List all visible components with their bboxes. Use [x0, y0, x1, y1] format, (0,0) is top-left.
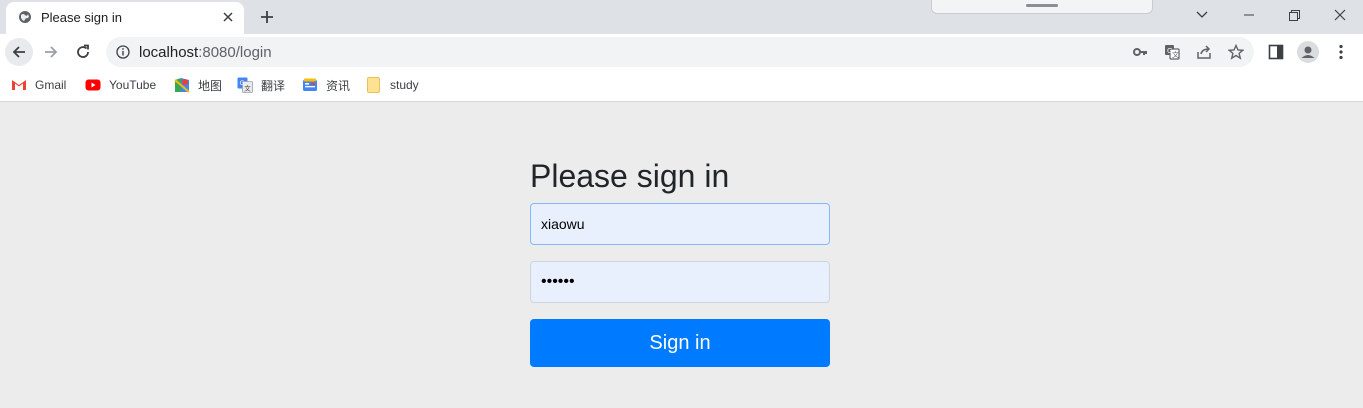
grip-icon — [1026, 4, 1058, 7]
window-drag-handle[interactable] — [931, 0, 1153, 14]
arrow-right-icon — [45, 46, 58, 58]
youtube-icon — [85, 77, 101, 93]
page-title: Please sign in — [530, 158, 730, 194]
reload-icon — [77, 44, 89, 58]
profile-avatar-icon[interactable] — [1297, 41, 1319, 63]
bookmark-translate[interactable]: G文 翻译 — [237, 76, 285, 94]
folder-icon — [366, 77, 382, 93]
forward-button[interactable] — [37, 38, 65, 66]
browser-toolbar: localhost:8080/login G文 — [0, 34, 1363, 70]
close-tab-icon[interactable] — [220, 9, 236, 25]
back-button[interactable] — [5, 38, 33, 66]
news-icon — [302, 77, 318, 93]
bookmark-youtube[interactable]: YouTube — [85, 76, 156, 94]
url-host: localhost — [139, 44, 199, 61]
svg-text:文: 文 — [1172, 50, 1179, 59]
url-text: localhost:8080/login — [139, 44, 272, 61]
bookmark-label: study — [390, 78, 419, 92]
close-window-button[interactable] — [1317, 0, 1363, 30]
reload-button[interactable] — [69, 38, 97, 66]
bookmark-label: YouTube — [109, 78, 157, 92]
svg-text:文: 文 — [244, 84, 251, 93]
bookmark-label: Gmail — [35, 78, 67, 92]
key-icon[interactable] — [1132, 44, 1148, 60]
side-panel-icon[interactable] — [1265, 41, 1287, 63]
tab-search-button[interactable] — [1179, 0, 1225, 30]
chevron-down-icon — [1196, 11, 1208, 18]
bookmark-label: 翻译 — [261, 78, 286, 93]
bookmark-label: 资讯 — [326, 78, 351, 93]
tab-title: Please sign in — [41, 10, 122, 25]
site-info-icon[interactable] — [116, 45, 130, 59]
username-input[interactable]: xiaowu — [530, 203, 830, 245]
arrow-left-icon — [12, 46, 25, 58]
globe-icon — [18, 10, 32, 24]
bookmark-gmail[interactable]: Gmail — [11, 76, 66, 94]
url-path: :8080/login — [198, 44, 272, 61]
translate-page-icon[interactable]: G文 — [1164, 44, 1180, 60]
bookmarks-bar: Gmail YouTube 地图 G文 翻译 资讯 study — [0, 70, 1363, 102]
sign-in-button[interactable]: Sign in — [530, 319, 830, 367]
tab-strip: Please sign in — [0, 0, 1363, 34]
browser-tab-active[interactable]: Please sign in — [6, 2, 244, 34]
bookmark-news[interactable]: 资讯 — [302, 76, 350, 94]
bookmark-folder-study[interactable]: study — [366, 76, 419, 94]
more-menu-icon[interactable] — [1330, 41, 1352, 63]
address-bar[interactable]: localhost:8080/login G文 — [106, 37, 1254, 67]
minimize-button[interactable] — [1226, 0, 1272, 30]
restore-button[interactable] — [1271, 0, 1317, 30]
gmail-icon — [11, 77, 27, 93]
maps-icon — [174, 77, 190, 93]
translate-icon: G文 — [237, 77, 253, 93]
bookmark-star-icon[interactable] — [1228, 44, 1244, 60]
password-input[interactable]: •••••• — [530, 261, 830, 303]
bookmark-maps[interactable]: 地图 — [174, 76, 222, 94]
bookmark-label: 地图 — [198, 78, 223, 93]
new-tab-button[interactable] — [256, 6, 278, 28]
share-icon[interactable] — [1196, 44, 1212, 60]
